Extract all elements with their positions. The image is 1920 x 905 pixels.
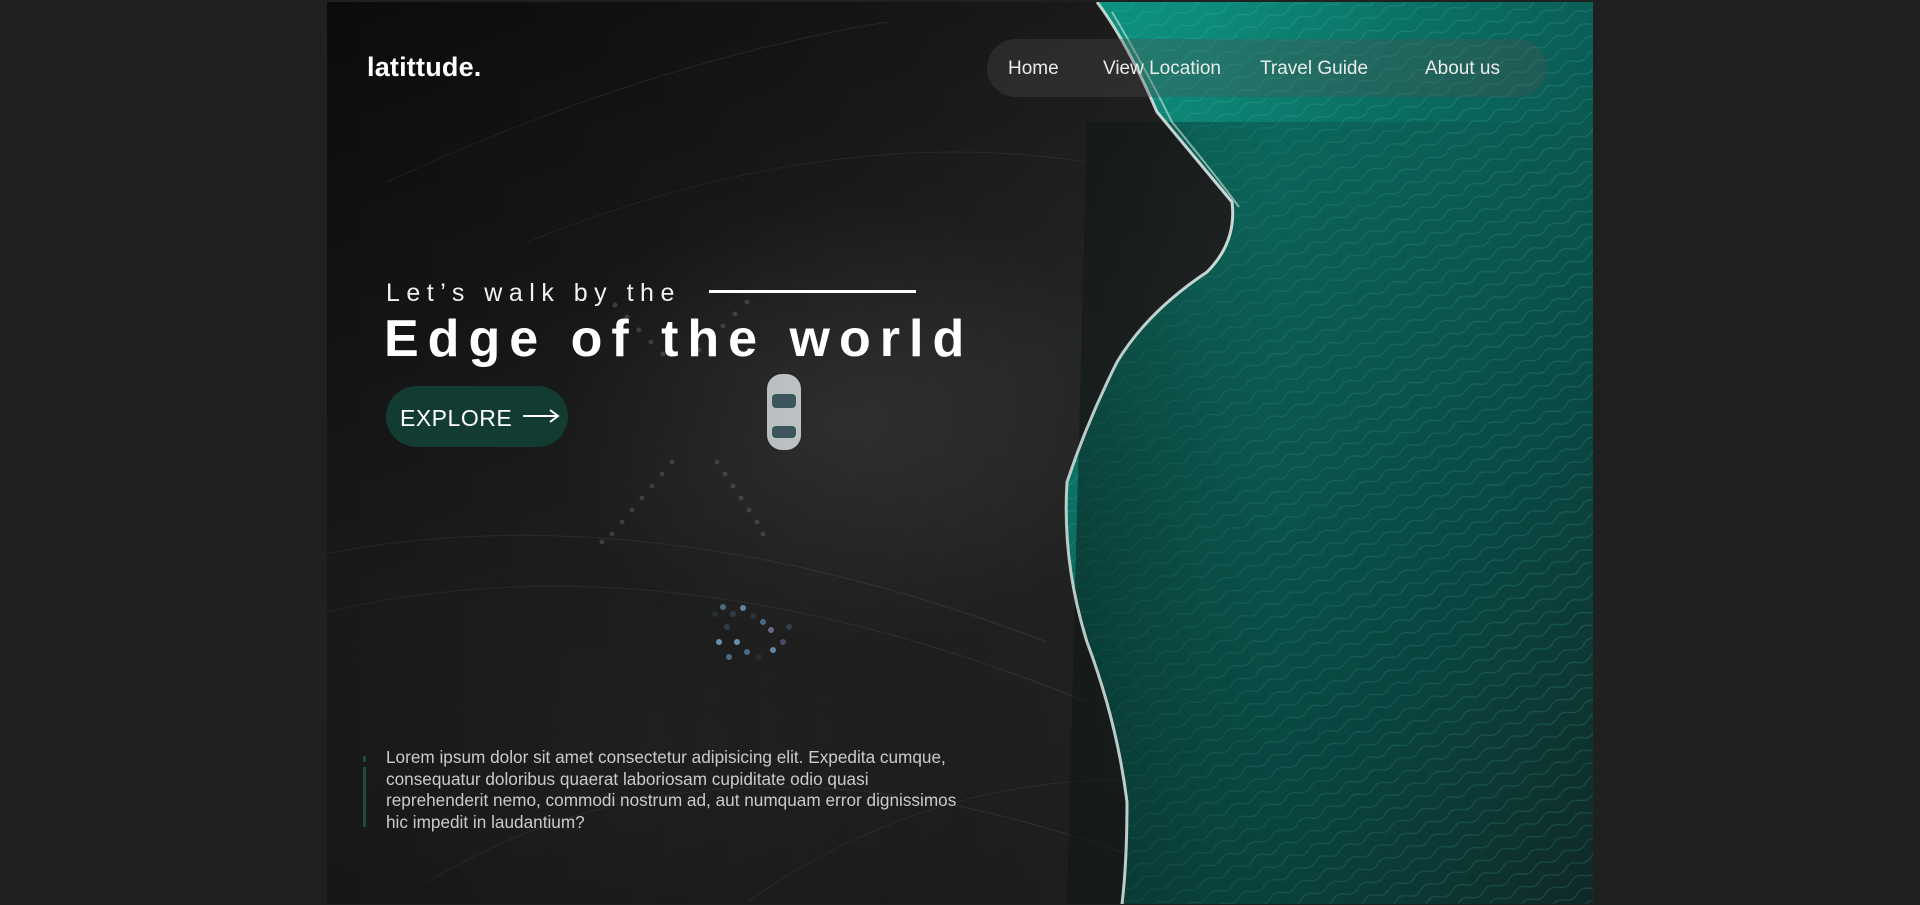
nav-item-home[interactable]: Home <box>1008 58 1059 80</box>
nav-item-about-us[interactable]: About us <box>1425 58 1500 80</box>
hero-description: Lorem ipsum dolor sit amet consectetur a… <box>386 747 957 832</box>
hero-tagline: Let’s walk by the <box>386 279 681 307</box>
brand-logo[interactable]: latittude. <box>367 52 482 83</box>
accent-dot <box>363 756 366 762</box>
nav-item-view-location[interactable]: View Location <box>1103 58 1221 80</box>
explore-button-label: EXPLORE <box>400 405 513 431</box>
accent-bar <box>363 767 366 827</box>
explore-button[interactable]: EXPLORE <box>386 386 568 447</box>
hero-section: latittude. Home View Location Travel Gui… <box>327 2 1593 904</box>
tagline-divider <box>709 290 916 293</box>
main-nav: Home View Location Travel Guide About us <box>987 39 1547 97</box>
hero-headline: Edge of the world <box>384 310 974 368</box>
arrow-right-icon <box>523 409 560 423</box>
nav-item-travel-guide[interactable]: Travel Guide <box>1260 58 1368 80</box>
